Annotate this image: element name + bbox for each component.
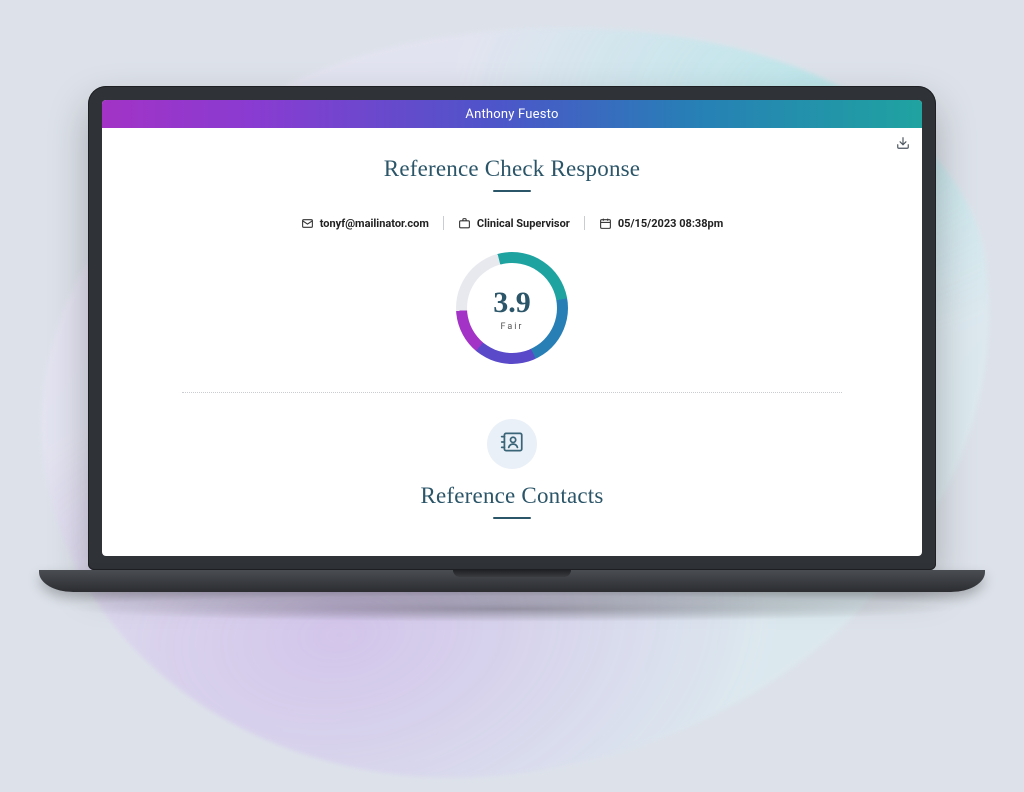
- score-label: Fair: [501, 322, 524, 332]
- contacts-title: Reference Contacts: [102, 483, 922, 509]
- page-title: Reference Check Response: [102, 156, 922, 182]
- meta-role-value: Clinical Supervisor: [477, 217, 570, 230]
- mail-icon: [301, 217, 314, 230]
- meta-role: Clinical Supervisor: [444, 217, 584, 230]
- meta-row: tonyf@mailinator.com Clinical Supervisor: [102, 216, 922, 230]
- laptop-frame: Anthony Fuesto Reference Check Response: [88, 86, 936, 622]
- download-icon[interactable]: [896, 135, 910, 149]
- laptop-base: [39, 570, 985, 592]
- title-underline: [493, 190, 531, 192]
- laptop-shadow: [62, 596, 962, 622]
- meta-email: tonyf@mailinator.com: [287, 217, 443, 230]
- candidate-name: Anthony Fuesto: [465, 107, 558, 122]
- contacts-section: Reference Contacts: [102, 419, 922, 519]
- meta-datetime-value: 05/15/2023 08:38pm: [618, 217, 723, 230]
- laptop-lid: Anthony Fuesto Reference Check Response: [88, 86, 936, 570]
- toolbar: [102, 128, 922, 152]
- meta-datetime: 05/15/2023 08:38pm: [585, 217, 737, 230]
- divider: [182, 392, 842, 393]
- page-content: Reference Check Response tonyf@mailinato…: [102, 152, 922, 556]
- calendar-icon: [599, 217, 612, 230]
- briefcase-icon: [458, 217, 471, 230]
- score-gauge: 3.9 Fair: [456, 252, 568, 364]
- title-underline: [493, 517, 531, 519]
- contacts-icon-circle: [487, 419, 537, 469]
- gauge-center: 3.9 Fair: [467, 263, 557, 353]
- score-value: 3.9: [493, 286, 531, 320]
- app-screen: Anthony Fuesto Reference Check Response: [102, 100, 922, 556]
- contact-card-icon: [499, 429, 525, 459]
- meta-email-value: tonyf@mailinator.com: [320, 217, 429, 230]
- candidate-titlebar: Anthony Fuesto: [102, 100, 922, 128]
